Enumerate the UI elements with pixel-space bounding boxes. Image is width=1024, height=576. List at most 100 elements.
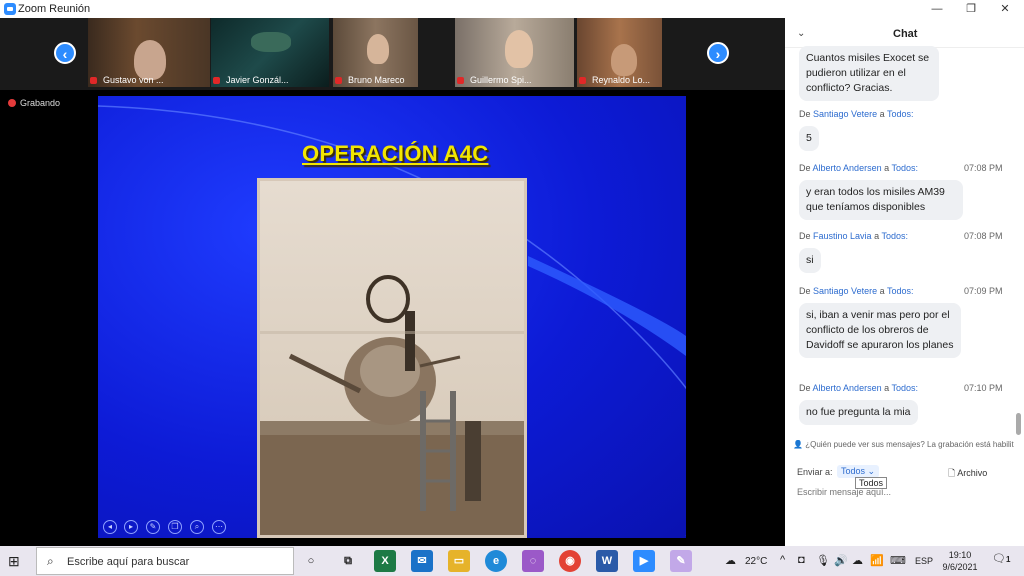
- gallery-prev-button[interactable]: ‹: [54, 42, 76, 64]
- slide-title: OPERACIÓN A4C: [302, 141, 489, 166]
- mail-icon[interactable]: ✉: [411, 550, 433, 572]
- camera-icon[interactable]: ◘: [798, 554, 805, 566]
- file-icon: 🗋: [948, 468, 956, 478]
- minimize-button[interactable]: —: [920, 0, 954, 18]
- search-icon: ⌕: [47, 554, 54, 568]
- slide-more-icon[interactable]: ⋯: [212, 520, 226, 534]
- file-button[interactable]: 🗋 Archivo: [948, 466, 987, 482]
- participant-tile[interactable]: Bruno Mareco: [333, 18, 418, 87]
- chat-scrollbar[interactable]: [1016, 413, 1021, 435]
- chat-timestamp: 07:09 PM: [964, 286, 1003, 296]
- chat-timestamp: 07:08 PM: [964, 163, 1003, 173]
- chat-sender[interactable]: Santiago Vetere: [813, 286, 877, 296]
- chat-recipient[interactable]: Todos:: [891, 383, 918, 393]
- chat-visibility-notice[interactable]: 👤 ¿Quién puede ver sus mensajes? La grab…: [785, 440, 1024, 454]
- chat-message-header: De Santiago Vetere a Todos:: [799, 109, 914, 119]
- chat-title: Chat: [893, 28, 918, 40]
- recording-indicator: Grabando: [8, 98, 60, 108]
- chat-recipient[interactable]: Todos:: [887, 286, 914, 296]
- cortana-icon[interactable]: ○: [300, 550, 322, 572]
- chevron-up-icon[interactable]: ^: [780, 554, 785, 566]
- taskbar-search[interactable]: ⌕ Escribe aquí para buscar: [36, 547, 294, 575]
- muted-mic-icon: [90, 77, 97, 85]
- word-icon[interactable]: W: [596, 550, 618, 572]
- chat-timestamp: 07:10 PM: [964, 383, 1003, 393]
- slide-pen-icon[interactable]: ✎: [146, 520, 160, 534]
- record-icon: [8, 99, 16, 107]
- chat-sender[interactable]: Alberto Andersen: [813, 383, 882, 393]
- slide-next-icon[interactable]: ▸: [124, 520, 138, 534]
- microphone-icon[interactable]: 🎙: [816, 554, 830, 567]
- weather-icon[interactable]: ☁: [725, 554, 736, 567]
- aircraft-illustration: [260, 181, 524, 535]
- people-icon: 👤: [793, 440, 803, 449]
- send-to-label: Enviar a:: [797, 467, 833, 477]
- chat-message-header: De Santiago Vetere a Todos:: [799, 286, 914, 296]
- windows-start-icon[interactable]: ⊞: [8, 553, 20, 570]
- volume-icon[interactable]: 🔊: [834, 554, 848, 567]
- task-view-icon[interactable]: ⧉: [337, 550, 359, 572]
- paint-icon[interactable]: ✎: [670, 550, 692, 572]
- participant-tile[interactable]: Reynaldo Lo...: [577, 18, 662, 87]
- chat-recipient[interactable]: Todos:: [881, 231, 908, 241]
- cloud-icon[interactable]: ☁: [852, 554, 863, 567]
- close-button[interactable]: ✕: [988, 0, 1022, 18]
- gallery-next-button[interactable]: ›: [707, 42, 729, 64]
- chat-message-bubble: si: [799, 248, 821, 273]
- chat-sender[interactable]: Alberto Andersen: [813, 163, 882, 173]
- slide-zoom-icon[interactable]: ⌕: [190, 520, 204, 534]
- chat-message-header: De Alberto Andersen a Todos:: [799, 383, 918, 393]
- muted-mic-icon: [335, 77, 342, 85]
- title-bar: Zoom Reunión — ❐ ✕: [0, 0, 1024, 18]
- slide-copy-icon[interactable]: ❐: [168, 520, 182, 534]
- file-explorer-icon[interactable]: ▭: [448, 550, 470, 572]
- notification-count: 1: [1005, 555, 1011, 564]
- chevron-down-icon: ⌄: [867, 466, 876, 476]
- keyboard-icon[interactable]: ⌨: [890, 554, 906, 567]
- clock[interactable]: 19:10 9/6/2021: [940, 549, 980, 573]
- clock-time: 19:10: [948, 550, 972, 560]
- window-title: Zoom Reunión: [18, 3, 91, 15]
- participant-name: Javier Gonzál...: [226, 75, 289, 85]
- chat-message-header: De Faustino Lavia a Todos:: [799, 231, 908, 241]
- temperature[interactable]: 22°C: [745, 556, 767, 567]
- muted-mic-icon: [579, 77, 586, 85]
- chevron-down-icon[interactable]: ⌄: [797, 28, 805, 39]
- zoom-logo-icon: [4, 3, 16, 15]
- chat-message-bubble: si, iban a venir mas pero por el conflic…: [799, 303, 961, 358]
- muted-mic-icon: [457, 77, 464, 85]
- notification-icon[interactable]: 🗨1: [992, 552, 1010, 565]
- app-icon[interactable]: ◌: [522, 550, 544, 572]
- chat-message-bubble: Cuantos misiles Exocet se pudieron utili…: [799, 46, 939, 101]
- maximize-button[interactable]: ❐: [954, 0, 988, 18]
- muted-mic-icon: [213, 77, 220, 85]
- chat-message-header: De Alberto Andersen a Todos:: [799, 163, 918, 173]
- chrome-icon[interactable]: ◉: [559, 550, 581, 572]
- participant-name: Reynaldo Lo...: [592, 75, 651, 85]
- participant-name: Gustavo von ...: [103, 75, 164, 85]
- chat-sender[interactable]: Santiago Vetere: [813, 109, 877, 119]
- chat-recipient[interactable]: Todos:: [887, 109, 914, 119]
- participant-tile[interactable]: Gustavo von ...: [88, 18, 210, 87]
- chat-sender[interactable]: Faustino Lavia: [813, 231, 872, 241]
- chat-timestamp: 07:08 PM: [964, 231, 1003, 241]
- taskbar-search-placeholder: Escribe aquí para buscar: [67, 556, 190, 568]
- chat-message-bubble: y eran todos los misiles AM39 que teníam…: [799, 180, 963, 220]
- slide-prev-icon[interactable]: ◂: [103, 520, 117, 534]
- edge-icon[interactable]: e: [485, 550, 507, 572]
- participant-name: Guillermo Spi...: [470, 75, 532, 85]
- chat-message-bubble: no fue pregunta la mia: [799, 400, 918, 425]
- participant-name: Bruno Mareco: [348, 75, 405, 85]
- language-indicator[interactable]: ESP: [915, 556, 933, 566]
- chat-message-input[interactable]: [797, 487, 997, 497]
- aircraft-photo: [257, 178, 527, 538]
- chat-recipient[interactable]: Todos:: [891, 163, 918, 173]
- clock-date: 9/6/2021: [942, 562, 978, 572]
- network-icon[interactable]: 📶: [870, 554, 884, 567]
- participant-tile[interactable]: Guillermo Spi...: [455, 18, 574, 87]
- recording-label: Grabando: [20, 98, 61, 108]
- zoom-taskbar-icon[interactable]: ▶: [633, 550, 655, 572]
- participant-tile[interactable]: Javier Gonzál...: [211, 18, 329, 87]
- excel-icon[interactable]: X: [374, 550, 396, 572]
- chat-message-bubble: 5: [799, 126, 819, 151]
